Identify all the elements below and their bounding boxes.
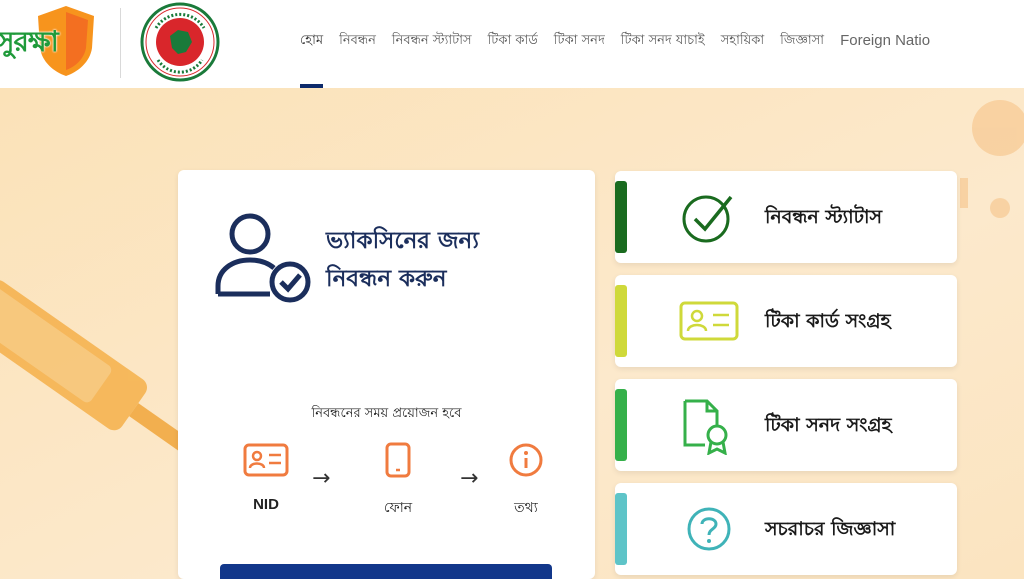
user-verified-icon <box>215 213 311 303</box>
step-phone: ফোন <box>358 442 438 520</box>
nav-item-certificate-verify[interactable]: টিকা সনদ যাচাই <box>621 0 705 88</box>
header: সুরক্ষা হোম নিবন্ধন নিবন্ধন স্ট্যাটাস টি… <box>0 0 1024 88</box>
logo-divider <box>120 8 121 78</box>
action-vaccine-certificate[interactable]: টিকা সনদ সংগ্রহ <box>615 379 957 471</box>
nav-item-faq[interactable]: জিজ্ঞাসা <box>780 0 824 88</box>
action-vaccine-card[interactable]: টিকা কার্ড সংগ্রহ <box>615 275 957 367</box>
step-label-phone: ফোন <box>383 500 413 516</box>
action-registration-status[interactable]: নিবন্ধন স্ট্যাটাস <box>615 171 957 263</box>
certificate-icon <box>683 399 728 455</box>
step-nid: NID <box>226 442 306 513</box>
bangladesh-government-seal-icon <box>140 2 220 82</box>
accent-bar <box>615 285 627 357</box>
check-circle-icon <box>682 195 733 243</box>
registration-card[interactable]: ভ্যাকসিনের জন্য নিবন্ধন করুন নিবন্ধনের স… <box>178 170 595 579</box>
nav-item-help[interactable]: সহায়িকা <box>721 0 764 88</box>
nav-item-foreign-nationals[interactable]: Foreign Natio <box>840 0 930 88</box>
nav-item-registration-status[interactable]: নিবন্ধন স্ট্যাটাস <box>392 0 472 88</box>
accent-bar <box>615 181 627 253</box>
action-faq[interactable]: সচরাচর জিজ্ঞাসা <box>615 483 957 575</box>
nav-item-vaccine-card[interactable]: টিকা কার্ড <box>488 0 538 88</box>
action-label: টিকা কার্ড সংগ্রহ <box>765 310 891 332</box>
main-nav: হোম নিবন্ধন নিবন্ধন স্ট্যাটাস টিকা কার্ড… <box>300 0 930 88</box>
register-button[interactable] <box>220 564 552 579</box>
nav-item-home[interactable]: হোম <box>300 0 324 88</box>
registration-title: ভ্যাকসিনের জন্য নিবন্ধন করুন <box>326 222 479 298</box>
action-label: সচরাচর জিজ্ঞাসা <box>765 518 896 540</box>
action-label: নিবন্ধন স্ট্যাটাস <box>765 206 883 228</box>
logo-text: সুরক্ষা <box>0 25 59 58</box>
accent-bar <box>615 389 627 461</box>
step-label-nid: NID <box>253 496 279 513</box>
step-info: তথ্য <box>486 442 566 520</box>
registration-title-line2: নিবন্ধন করুন <box>326 266 447 292</box>
nav-item-vaccine-certificate[interactable]: টিকা সনদ <box>554 0 605 88</box>
question-icon <box>687 507 731 551</box>
step-label-info: তথ্য <box>514 500 538 516</box>
arrow-right-icon: → <box>312 466 331 491</box>
id-card-icon <box>243 443 289 477</box>
registration-title-line1: ভ্যাকসিনের জন্য <box>326 228 479 254</box>
nav-item-registration[interactable]: নিবন্ধন <box>339 0 376 88</box>
accent-bar <box>615 493 627 565</box>
phone-icon <box>385 442 411 478</box>
requirements-text: নিবন্ধনের সময় প্রয়োজন হবে <box>311 406 462 421</box>
id-card-icon <box>679 301 739 341</box>
arrow-right-icon: → <box>460 466 479 491</box>
surokkha-logo[interactable]: সুরক্ষা <box>0 0 106 84</box>
info-icon <box>509 443 543 477</box>
action-label: টিকা সনদ সংগ্রহ <box>765 414 892 436</box>
